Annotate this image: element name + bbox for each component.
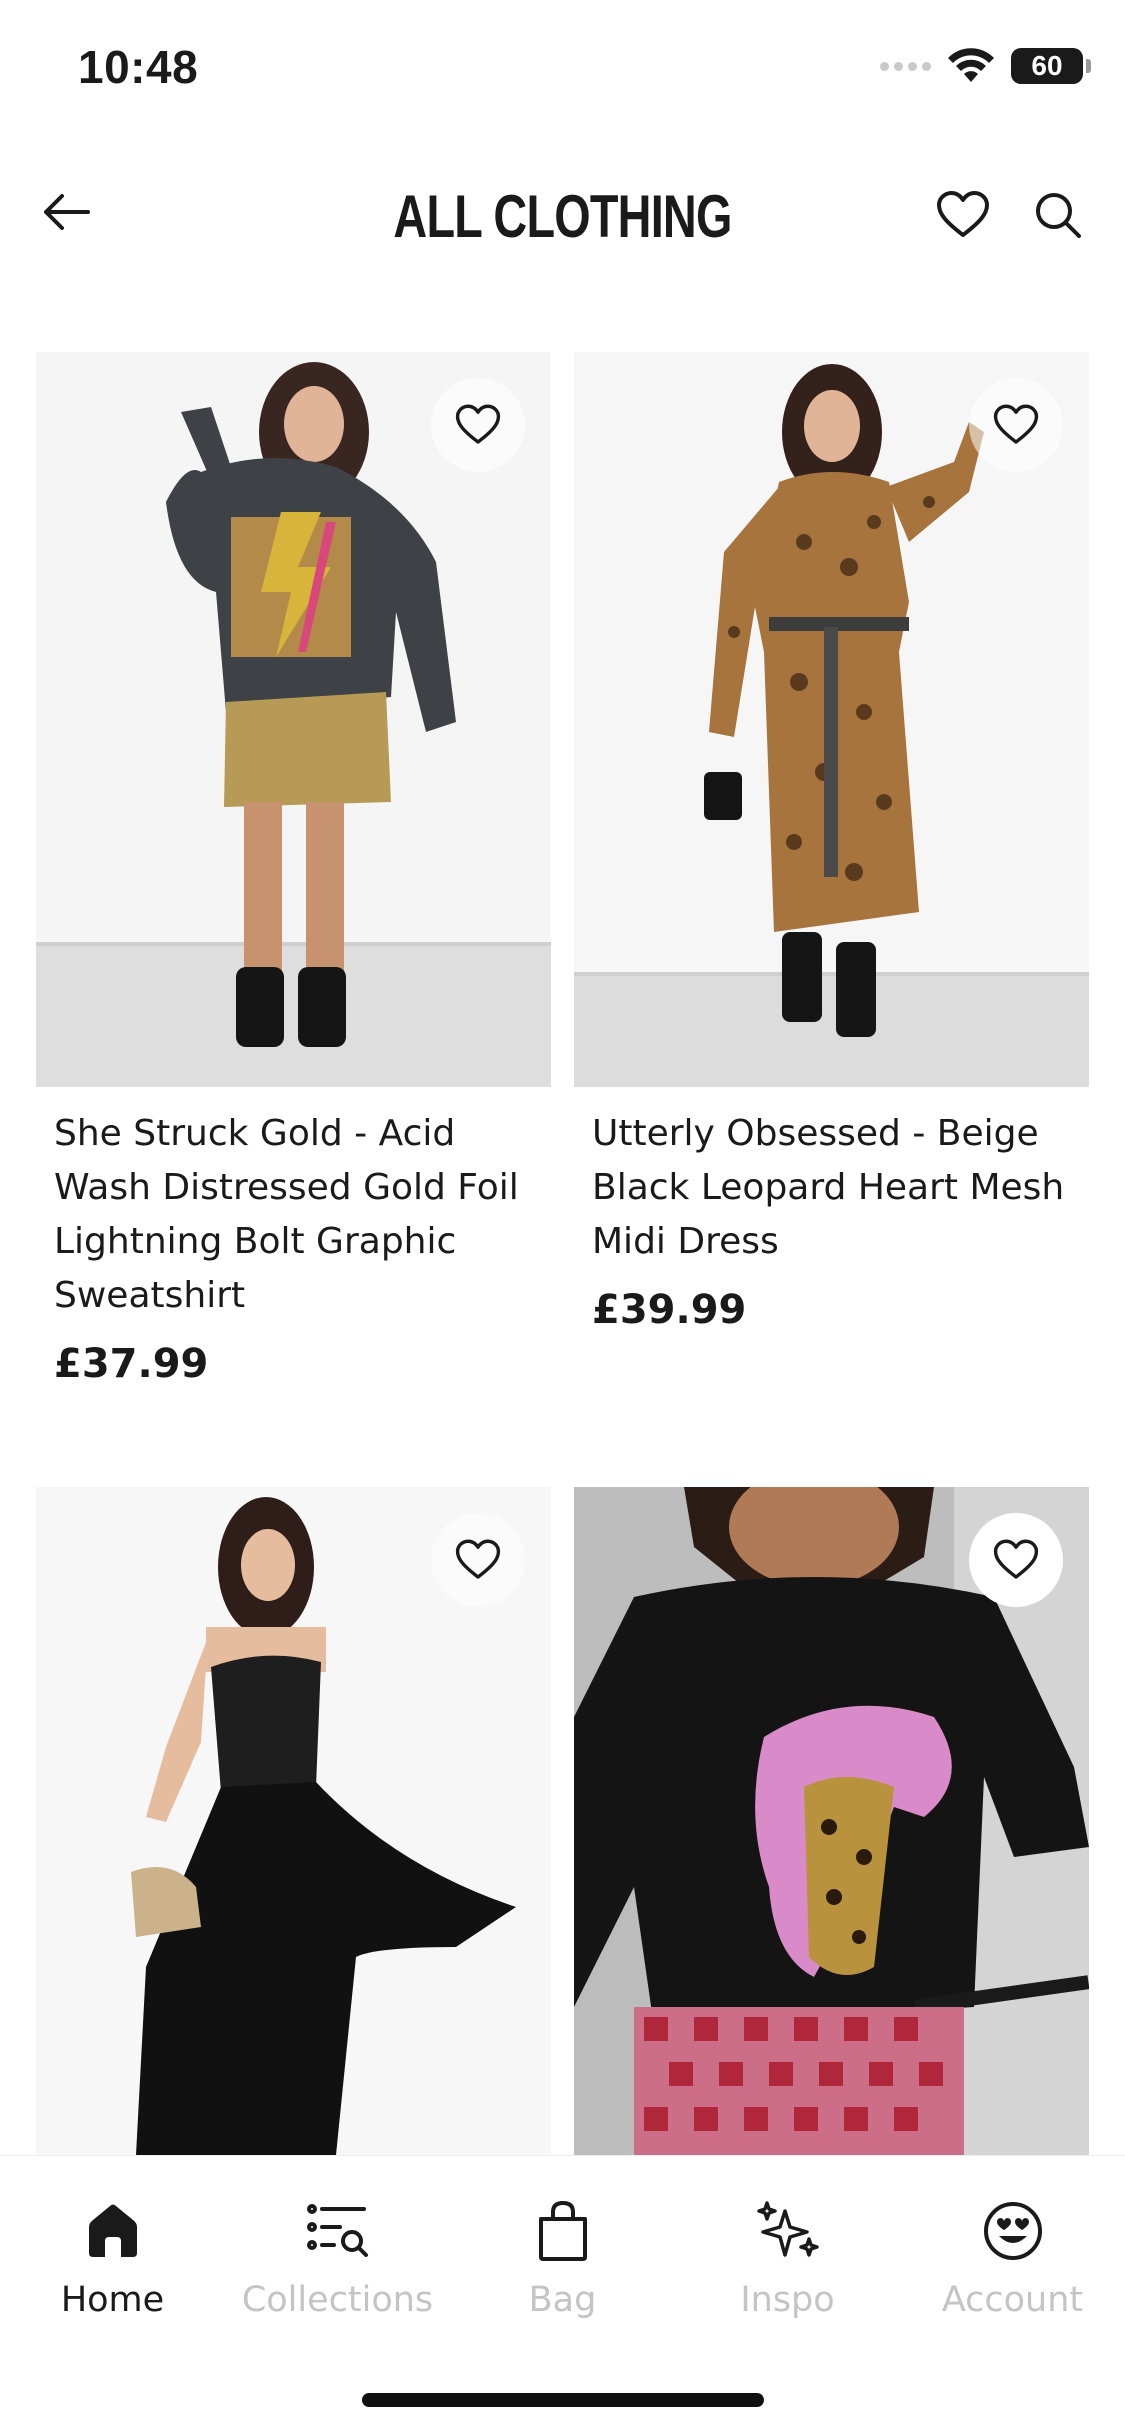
tab-label: Home bbox=[60, 2280, 165, 2320]
back-button[interactable] bbox=[36, 182, 96, 242]
status-time: 10:48 bbox=[78, 41, 199, 93]
status-bar: 10:48 60 bbox=[0, 0, 1125, 135]
add-to-wishlist-button[interactable] bbox=[969, 378, 1063, 472]
collections-icon bbox=[306, 2204, 368, 2257]
page-title: ALL CLOTHING bbox=[393, 183, 732, 250]
heart-icon bbox=[993, 404, 1039, 444]
search-icon bbox=[1036, 193, 1081, 238]
product-price: £37.99 bbox=[54, 1341, 209, 1387]
product-image[interactable] bbox=[36, 352, 551, 1087]
product-card[interactable] bbox=[574, 1487, 1089, 2155]
add-to-wishlist-button[interactable] bbox=[969, 1513, 1063, 1607]
heart-icon bbox=[993, 1539, 1039, 1579]
home-indicator[interactable] bbox=[362, 2393, 764, 2407]
product-price: £39.99 bbox=[592, 1287, 747, 1333]
wifi-icon bbox=[948, 48, 994, 82]
sparkles-icon bbox=[756, 2201, 819, 2257]
heart-icon bbox=[937, 191, 989, 237]
bag-icon bbox=[538, 2201, 587, 2261]
tab-account[interactable]: Account bbox=[900, 2196, 1125, 2320]
status-icons: 60 bbox=[880, 48, 1091, 84]
smiley-icon bbox=[983, 2202, 1042, 2260]
add-to-wishlist-button[interactable] bbox=[431, 1513, 525, 1607]
tab-label: Collections bbox=[241, 2280, 434, 2320]
product-image[interactable] bbox=[574, 352, 1089, 1087]
battery-icon: 60 bbox=[1011, 48, 1091, 84]
product-card[interactable]: Utterly Obsessed - Beige Black Leopard H… bbox=[574, 352, 1089, 1333]
product-card[interactable] bbox=[36, 1487, 551, 2155]
product-name[interactable]: Utterly Obsessed - Beige Black Leopard H… bbox=[592, 1107, 1071, 1269]
tab-label: Inspo bbox=[740, 2280, 835, 2320]
tab-label: Account bbox=[941, 2280, 1084, 2320]
arrow-left-icon bbox=[44, 194, 90, 230]
tab-collections[interactable]: Collections bbox=[225, 2196, 450, 2320]
add-to-wishlist-button[interactable] bbox=[431, 378, 525, 472]
heart-icon bbox=[455, 1539, 501, 1579]
tab-home[interactable]: Home bbox=[0, 2196, 225, 2320]
cellular-signal-icon bbox=[880, 61, 931, 71]
product-name[interactable]: She Struck Gold - Acid Wash Distressed G… bbox=[54, 1107, 533, 1323]
product-card[interactable]: She Struck Gold - Acid Wash Distressed G… bbox=[36, 352, 551, 1387]
product-image[interactable] bbox=[36, 1487, 551, 2155]
tab-inspo[interactable]: Inspo bbox=[675, 2196, 900, 2320]
home-icon bbox=[88, 2204, 137, 2257]
product-image[interactable] bbox=[574, 1487, 1089, 2155]
wishlist-button[interactable] bbox=[933, 185, 993, 245]
battery-level: 60 bbox=[1031, 50, 1063, 81]
tab-bag[interactable]: Bag bbox=[450, 2196, 675, 2320]
search-button[interactable] bbox=[1028, 185, 1088, 245]
heart-icon bbox=[455, 404, 501, 444]
tab-label: Bag bbox=[528, 2280, 597, 2320]
top-app-bar: ALL CLOTHING bbox=[0, 160, 1125, 270]
